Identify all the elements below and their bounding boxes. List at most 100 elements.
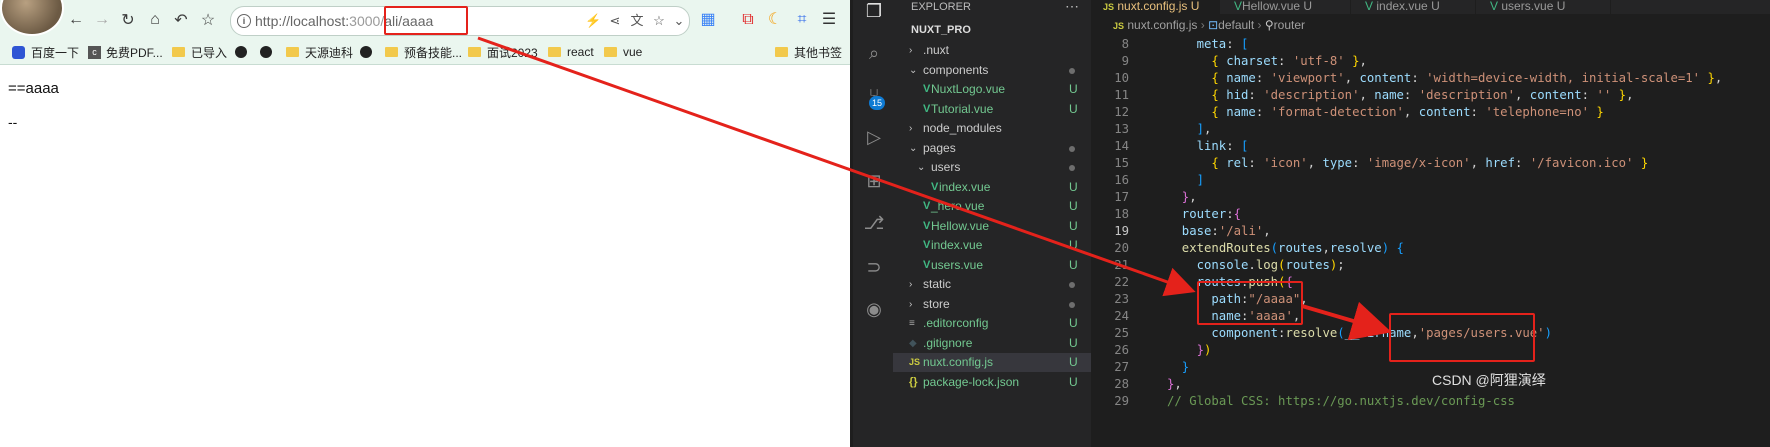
code-line[interactable]: 10 { name: 'viewport', content: 'width=de…: [1091, 70, 1770, 87]
tree-folder[interactable]: › store: [893, 295, 1091, 314]
tree-folder[interactable]: › .nuxt: [893, 41, 1091, 60]
bookmark-item[interactable]: 预备技能...: [385, 40, 462, 64]
bookmark-star-icon[interactable]: ☆: [651, 13, 667, 29]
tab-hellow-vue[interactable]: VHellow.vue U: [1220, 0, 1351, 14]
tree-file[interactable]: {} package-lock.json U: [893, 373, 1091, 392]
code-line[interactable]: 13],: [1091, 121, 1770, 138]
tree-file[interactable]: Vindex.vue U: [893, 178, 1091, 197]
vue-file-icon: V: [1490, 0, 1499, 13]
code-line[interactable]: 23 path:"/aaaa",: [1091, 291, 1770, 308]
code-line[interactable]: 8 meta: [: [1091, 36, 1770, 53]
undo-icon[interactable]: ↶: [171, 10, 191, 30]
moon-icon[interactable]: ☾: [765, 10, 785, 30]
code-line[interactable]: 14 link: [: [1091, 138, 1770, 155]
explorer-icon[interactable]: ❐: [863, 0, 885, 22]
folder-icon: [468, 47, 481, 57]
tree-item-label: .nuxt: [923, 43, 950, 57]
code-line[interactable]: 9 { charset: 'utf-8' },: [1091, 53, 1770, 70]
tree-item-label: Tutorial.vue: [931, 101, 994, 116]
code-line[interactable]: 12 { name: 'format-detection', content: '…: [1091, 104, 1770, 121]
code-text: }: [1181, 360, 1190, 374]
git-graph-icon[interactable]: ⎇: [863, 212, 885, 234]
translate-icon[interactable]: 文: [629, 13, 645, 29]
code-line[interactable]: 29 // Global CSS: https://go.nuxtjs.dev/c…: [1091, 393, 1770, 410]
back-icon[interactable]: ←: [66, 10, 86, 30]
code-text: link: [: [1196, 139, 1249, 153]
csdn-watermark: CSDN @阿狸演绎: [1432, 372, 1546, 388]
site-info-icon[interactable]: i: [237, 14, 251, 28]
github-icon[interactable]: ◉: [863, 298, 885, 320]
lightning-icon[interactable]: ⚡: [585, 13, 601, 29]
tree-file[interactable]: V _hero.vue U: [893, 197, 1091, 216]
folder-icon: [172, 47, 185, 57]
tree-file[interactable]: ◆ .gitignore U: [893, 334, 1091, 353]
globe-icon: [260, 46, 272, 58]
modified-dot: [1069, 145, 1075, 152]
share-icon[interactable]: ⋖: [607, 13, 623, 29]
tree-folder[interactable]: ⌄ users: [893, 158, 1091, 177]
bookmark-item[interactable]: react: [548, 40, 594, 64]
code-line[interactable]: 16]: [1091, 172, 1770, 189]
forward-icon[interactable]: →: [92, 10, 112, 30]
favorite-star-icon[interactable]: ☆: [198, 10, 218, 30]
code-line[interactable]: 19 base:'/ali',: [1091, 223, 1770, 240]
tree-file[interactable]: JS nuxt.config.js U: [893, 353, 1091, 372]
code-line[interactable]: 18 router:{: [1091, 206, 1770, 223]
extensions-icon[interactable]: ⊞: [863, 170, 885, 192]
line-number: 10: [1114, 71, 1129, 85]
remote-icon[interactable]: ⊃: [863, 256, 885, 278]
component-highlight-box: [1389, 313, 1535, 362]
code-line[interactable]: 28},: [1091, 376, 1770, 393]
crop-icon[interactable]: ⌗: [792, 10, 812, 30]
bookmark-item[interactable]: vue: [604, 40, 642, 64]
tree-file[interactable]: Vindex.vue U: [893, 236, 1091, 255]
chevron-down-icon[interactable]: ⌄: [671, 13, 687, 29]
bookmark-label: 其他书签: [794, 45, 843, 60]
code-line[interactable]: 17},: [1091, 189, 1770, 206]
wrench-icon: ⚲: [1264, 18, 1274, 32]
bookmark-item[interactable]: [235, 40, 253, 64]
tree-file[interactable]: Vusers.vue U: [893, 256, 1091, 275]
reload-icon[interactable]: ↻: [118, 10, 138, 30]
home-icon[interactable]: ⌂: [145, 10, 165, 30]
tab-index-vue[interactable]: V index.vue U: [1351, 0, 1476, 14]
code-text: // Global CSS: https://go.nuxtjs.dev/con…: [1167, 394, 1515, 408]
project-root[interactable]: NUXT_PRO: [911, 24, 971, 36]
tree-folder[interactable]: › static: [893, 275, 1091, 294]
bookmark-item[interactable]: 百度一下: [12, 40, 79, 64]
profile-avatar[interactable]: [0, 0, 64, 36]
breadcrumb-file[interactable]: nuxt.config.js: [1127, 18, 1197, 32]
tab-users-vue[interactable]: V users.vue U: [1476, 0, 1611, 14]
bookmark-item[interactable]: 面试2023: [468, 40, 538, 64]
tree-folder[interactable]: ⌄ pages: [893, 139, 1091, 158]
line-number: 11: [1114, 88, 1129, 102]
tab-nuxt-config[interactable]: JS nuxt.config.js U: [1091, 0, 1220, 14]
run-debug-icon[interactable]: ▷: [863, 126, 885, 148]
bookmark-item[interactable]: [360, 40, 378, 64]
more-actions-icon[interactable]: ⋯: [1065, 0, 1079, 15]
bookmark-item[interactable]: 天源迪科: [286, 40, 353, 64]
tree-folder[interactable]: ⌄ components: [893, 61, 1091, 80]
tree-file[interactable]: ≡ .editorconfig U: [893, 314, 1091, 333]
breadcrumb-symbol[interactable]: router: [1274, 18, 1305, 32]
code-line[interactable]: 15 { rel: 'icon', type: 'image/x-icon', h…: [1091, 155, 1770, 172]
code-line[interactable]: 11 { hid: 'description', name: 'descripti…: [1091, 87, 1770, 104]
apps-grid-icon[interactable]: ▦: [698, 10, 718, 30]
code-line[interactable]: 20 extendRoutes(routes,resolve) {: [1091, 240, 1770, 257]
code-line[interactable]: 21 console.log(routes);: [1091, 257, 1770, 274]
search-icon[interactable]: ⌕: [863, 42, 885, 64]
menu-icon[interactable]: ☰: [819, 10, 839, 30]
tree-folder[interactable]: › node_modules: [893, 119, 1091, 138]
tree-file[interactable]: V NuxtLogo.vue U: [893, 80, 1091, 99]
bookmark-item[interactable]: [260, 40, 278, 64]
bookmark-item[interactable]: c 免费PDF...: [88, 40, 163, 64]
code-line[interactable]: 22 routes.push({: [1091, 274, 1770, 291]
breadcrumb-symbol[interactable]: default: [1218, 18, 1254, 32]
tree-file[interactable]: V Hellow.vue U: [893, 217, 1091, 236]
tree-file[interactable]: V Tutorial.vue U: [893, 100, 1091, 119]
bookmark-item[interactable]: 已导入: [172, 40, 227, 64]
editor-area: JS nuxt.config.js U VHellow.vue U V inde…: [1091, 0, 1770, 447]
tree-item-label: _hero.vue: [931, 199, 985, 213]
bookmark-item[interactable]: 其他书签: [775, 40, 842, 64]
pdf-icon[interactable]: ⧉: [738, 10, 758, 30]
